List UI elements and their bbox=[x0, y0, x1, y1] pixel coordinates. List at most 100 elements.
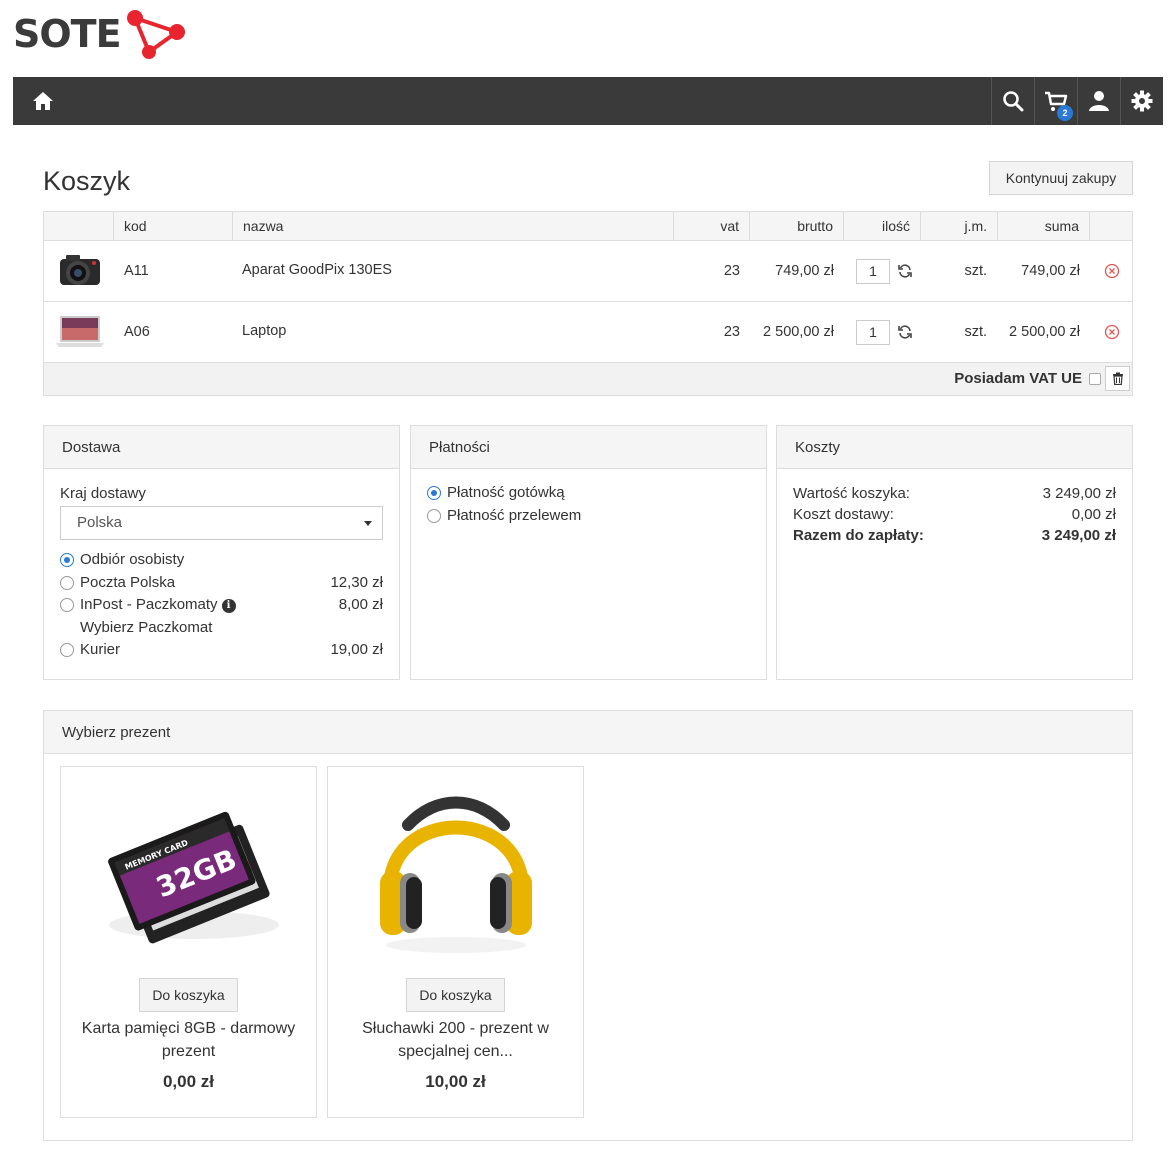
shipping-cost: 0,00 zł bbox=[1071, 506, 1116, 523]
cell-nazwa[interactable]: Laptop bbox=[242, 302, 286, 362]
col-brutto: brutto bbox=[750, 212, 844, 240]
quantity-input[interactable]: 1 bbox=[856, 320, 890, 345]
payment-title: Płatności bbox=[411, 426, 766, 469]
user-icon[interactable] bbox=[1077, 77, 1120, 125]
gift-name[interactable]: Karta pamięci 8GB - darmowy prezent bbox=[71, 1017, 306, 1063]
table-row: A11 Aparat GoodPix 130ES 23 749,00 zł 1 … bbox=[44, 241, 1132, 302]
country-label: Kraj dostawy bbox=[60, 485, 146, 502]
payment-option-label: Płatność przelewem bbox=[447, 506, 582, 524]
col-suma: suma bbox=[998, 212, 1090, 240]
page-title: Koszyk bbox=[43, 166, 131, 196]
col-image bbox=[44, 212, 114, 240]
col-vat: vat bbox=[674, 212, 750, 240]
total-label: Razem do zapłaty: bbox=[793, 527, 924, 544]
table-header: kod nazwa vat brutto ilość j.m. suma bbox=[44, 212, 1132, 241]
col-jm: j.m. bbox=[921, 212, 998, 240]
cell-nazwa[interactable]: Aparat GoodPix 130ES bbox=[242, 241, 392, 301]
shipping-option-poczta[interactable]: Poczta Polska 12,30 zł bbox=[60, 572, 383, 595]
vat-ue-checkbox[interactable] bbox=[1089, 373, 1101, 385]
product-thumbnail-camera[interactable] bbox=[54, 249, 106, 293]
payment-option-cash[interactable]: Płatność gotówką bbox=[427, 482, 750, 505]
continue-shopping-button[interactable]: Kontynuuj zakupy bbox=[989, 161, 1133, 195]
radio-button[interactable] bbox=[60, 598, 74, 612]
memory-card-image[interactable]: MEMORY CARD 32GB bbox=[89, 785, 289, 960]
cell-suma: 2 500,00 zł bbox=[1009, 324, 1080, 340]
gift-card: Do koszyka Słuchawki 200 - prezent w spe… bbox=[327, 766, 584, 1118]
shipping-option-label: Odbiór osobisty bbox=[80, 551, 185, 568]
shipping-cost-row: Koszt dostawy: 0,00 zł bbox=[793, 504, 1116, 525]
gift-price: 10,00 zł bbox=[425, 1072, 486, 1091]
shipping-option-odbior[interactable]: Odbiór osobisty bbox=[60, 549, 383, 572]
shipping-option-price: 8,00 zł bbox=[338, 596, 383, 613]
cell-kod: A06 bbox=[124, 324, 150, 340]
delivery-panel: Dostawa Kraj dostawy Polska Odbiór osobi… bbox=[43, 425, 400, 680]
gift-title: Wybierz prezent bbox=[44, 711, 1132, 754]
payment-panel: Płatności Płatność gotówką Płatność prze… bbox=[410, 425, 767, 680]
remove-icon[interactable] bbox=[1104, 263, 1120, 279]
info-icon[interactable]: i bbox=[221, 599, 236, 613]
add-gift-to-cart-button[interactable]: Do koszyka bbox=[139, 978, 238, 1012]
costs-panel: Koszty Wartość koszyka: 3 249,00 zł Kosz… bbox=[776, 425, 1133, 680]
choose-paczkomat-link[interactable]: Wybierz Paczkomat bbox=[60, 617, 383, 639]
cart-value-label: Wartość koszyka: bbox=[793, 485, 910, 502]
cell-jm: szt. bbox=[964, 263, 987, 279]
col-actions bbox=[1090, 212, 1132, 240]
shipping-option-kurier[interactable]: Kurier 19,00 zł bbox=[60, 639, 383, 662]
vat-ue-label: Posiadam VAT UE bbox=[954, 370, 1082, 387]
logo-mark-icon bbox=[126, 10, 185, 59]
cell-jm: szt. bbox=[964, 324, 987, 340]
col-kod: kod bbox=[114, 212, 233, 240]
radio-button[interactable] bbox=[60, 553, 74, 567]
gift-panel: Wybierz prezent MEMORY CARD 32GB Do kosz… bbox=[43, 710, 1133, 1141]
gear-icon[interactable] bbox=[1120, 77, 1163, 125]
add-gift-to-cart-button[interactable]: Do koszyka bbox=[406, 978, 505, 1012]
remove-icon[interactable] bbox=[1104, 324, 1120, 340]
cell-vat: 23 bbox=[723, 263, 740, 279]
trash-icon bbox=[1112, 372, 1123, 385]
col-ilosc: ilość bbox=[844, 212, 921, 240]
cell-brutto: 749,00 zł bbox=[775, 263, 834, 279]
radio-button[interactable] bbox=[427, 486, 441, 500]
country-select-value: Polska bbox=[77, 514, 123, 531]
radio-button[interactable] bbox=[60, 575, 74, 590]
refresh-icon[interactable] bbox=[897, 324, 913, 340]
gift-card: MEMORY CARD 32GB Do koszyka Karta pamięc… bbox=[60, 766, 317, 1118]
shipping-option-price: 19,00 zł bbox=[330, 640, 383, 658]
gift-price: 0,00 zł bbox=[162, 1072, 215, 1091]
product-thumbnail-laptop[interactable] bbox=[54, 310, 106, 354]
top-navbar: 2 bbox=[13, 77, 1163, 125]
total-row: Razem do zapłaty: 3 249,00 zł bbox=[793, 525, 1116, 546]
cart-table: kod nazwa vat brutto ilość j.m. suma A11… bbox=[43, 211, 1133, 396]
col-nazwa: nazwa bbox=[233, 212, 674, 240]
cell-brutto: 2 500,00 zł bbox=[763, 324, 834, 340]
table-footer: Posiadam VAT UE bbox=[44, 363, 1132, 395]
cart-icon[interactable]: 2 bbox=[1034, 77, 1077, 125]
cell-suma: 749,00 zł bbox=[1021, 263, 1080, 279]
cart-count-badge: 2 bbox=[1057, 105, 1073, 121]
cell-kod: A11 bbox=[124, 263, 149, 279]
payment-option-transfer[interactable]: Płatność przelewem bbox=[427, 505, 750, 528]
home-icon[interactable] bbox=[31, 89, 55, 113]
country-select[interactable]: Polska bbox=[60, 506, 383, 540]
shipping-option-price: 12,30 zł bbox=[330, 573, 383, 591]
shipping-cost-label: Koszt dostawy: bbox=[793, 506, 894, 523]
search-icon[interactable] bbox=[991, 77, 1034, 125]
cart-value-row: Wartość koszyka: 3 249,00 zł bbox=[793, 483, 1116, 504]
chevron-down-icon bbox=[364, 521, 372, 526]
headphones-image[interactable] bbox=[356, 785, 556, 960]
quantity-input[interactable]: 1 bbox=[856, 259, 890, 284]
payment-option-label: Płatność gotówką bbox=[447, 484, 565, 501]
logo[interactable]: SOTE bbox=[13, 6, 187, 62]
shipping-option-label: InPost - Paczkomaty bbox=[80, 596, 218, 613]
logo-text: SOTE bbox=[13, 12, 122, 56]
shipping-option-label: Kurier bbox=[80, 640, 121, 658]
total-value: 3 249,00 zł bbox=[1041, 527, 1116, 544]
radio-button[interactable] bbox=[60, 642, 74, 657]
refresh-icon[interactable] bbox=[897, 263, 913, 279]
clear-cart-button[interactable] bbox=[1105, 366, 1130, 391]
costs-title: Koszty bbox=[777, 426, 1132, 469]
radio-button[interactable] bbox=[427, 508, 441, 523]
gift-name[interactable]: Słuchawki 200 - prezent w specjalnej cen… bbox=[338, 1017, 573, 1063]
table-row: A06 Laptop 23 2 500,00 zł 1 szt. 2 500,0… bbox=[44, 302, 1132, 363]
shipping-option-inpost[interactable]: InPost - Paczkomaty i 8,00 zł bbox=[60, 594, 383, 617]
